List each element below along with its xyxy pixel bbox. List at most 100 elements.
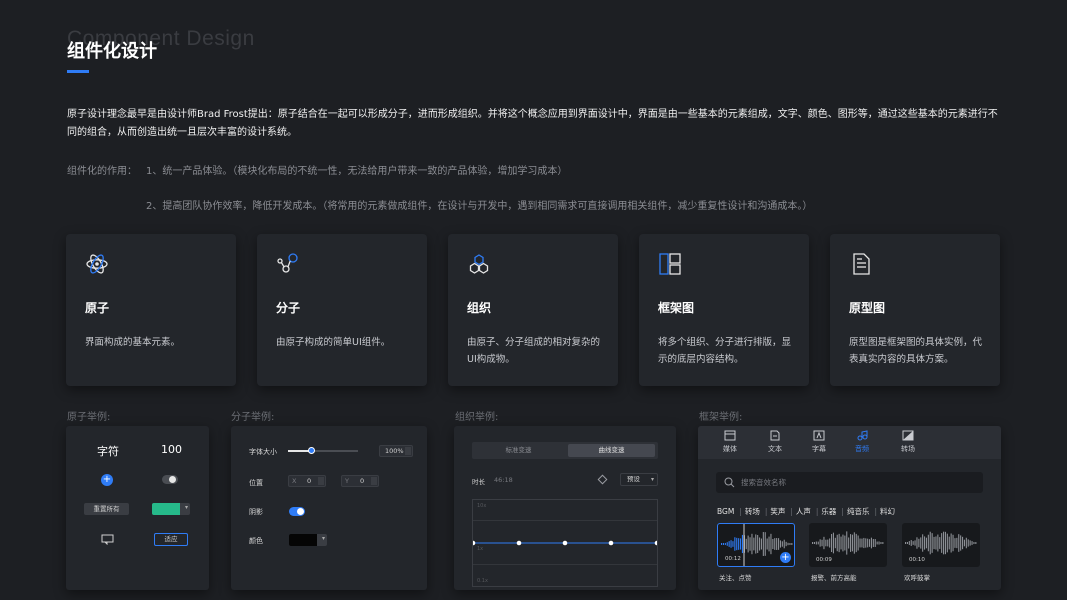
- title-underline: [67, 70, 89, 73]
- speed-curve: [473, 540, 657, 546]
- clip-duration: 00:09: [816, 557, 832, 563]
- curve-control-point[interactable]: [562, 540, 568, 546]
- keyframe-icon[interactable]: [597, 474, 608, 485]
- x-input[interactable]: X 0: [288, 475, 326, 487]
- sound-clip-card[interactable]: 00:12 +: [717, 523, 795, 567]
- card-desc: 由原子、分子组成的相对复杂的UI构成物。: [467, 337, 601, 365]
- text-icon: [770, 430, 780, 441]
- card-desc: 界面构成的基本元素。: [85, 337, 181, 348]
- divider: |: [815, 507, 819, 516]
- duration-label: 时长: [472, 478, 485, 486]
- category-item[interactable]: 料幻: [880, 507, 895, 516]
- category-item[interactable]: 纯音乐: [847, 507, 870, 516]
- tab-label: 媒体: [723, 445, 737, 453]
- add-button[interactable]: +: [101, 474, 113, 486]
- search-placeholder: 搜索音效名称: [741, 478, 786, 487]
- number-sample: 100: [161, 443, 182, 456]
- category-item[interactable]: 乐器: [821, 507, 836, 516]
- text-sample: 字符: [97, 445, 119, 458]
- curve-control-point[interactable]: [608, 540, 614, 546]
- y-prefix: Y: [345, 477, 349, 485]
- card-molecule: 分子 由原子构成的简单UI组件。: [257, 234, 427, 386]
- divider: |: [874, 507, 877, 516]
- color-swatch: [152, 503, 180, 515]
- category-list: BGM | 转场 | 笑声 | 人声 | 乐器 | 纯音乐 | 料幻: [717, 506, 897, 517]
- role-item-2: 2、提高团队协作效率，降低开发成本。（将常用的元素做成组件，在设计与开发中，遇到…: [146, 201, 813, 212]
- audio-icon: [857, 430, 868, 441]
- media-tab-bar: 媒体 文本 字幕 音频 转场: [698, 426, 1001, 459]
- color-swatch: [289, 534, 317, 546]
- wireframe-icon: [659, 253, 681, 275]
- category-item[interactable]: BGM: [717, 507, 734, 516]
- toggle-switch-off[interactable]: [162, 475, 178, 484]
- card-wireframe: 框架图 将多个组织、分子进行排版，显示的底层内容结构。: [639, 234, 809, 386]
- color-picker[interactable]: ▾: [289, 534, 327, 546]
- curve-control-point[interactable]: [654, 540, 657, 546]
- card-desc: 将多个组织、分子进行排版，显示的底层内容结构。: [658, 337, 792, 365]
- x-prefix: X: [292, 477, 297, 485]
- font-size-input[interactable]: 100%: [379, 445, 413, 457]
- tab-label: 转场: [901, 445, 915, 453]
- position-label: 位置: [249, 479, 263, 487]
- curve-control-point[interactable]: [516, 540, 522, 546]
- stepper-icon[interactable]: [318, 477, 324, 485]
- atom-example-label: 原子举例:: [67, 412, 111, 423]
- color-picker[interactable]: ▾: [152, 503, 190, 515]
- color-label: 颜色: [249, 537, 263, 545]
- category-item[interactable]: 转场: [745, 507, 760, 516]
- tab-label: 音频: [855, 445, 869, 453]
- clip-name: 关注、点赞: [719, 574, 752, 582]
- category-item[interactable]: 人声: [796, 507, 811, 516]
- x-value: 0: [307, 477, 312, 485]
- card-prototype: 原型图 原型图是框架图的具体实例，代表真实内容的具体方案。: [830, 234, 1000, 386]
- font-size-label: 字体大小: [249, 448, 277, 456]
- caption-icon: [813, 430, 825, 441]
- tab-label: 文本: [768, 445, 782, 453]
- card-title: 组织: [467, 301, 492, 315]
- tab-audio[interactable]: 音频: [847, 430, 877, 454]
- card-desc: 由原子构成的简单UI组件。: [276, 337, 391, 348]
- shadow-toggle[interactable]: [289, 507, 305, 516]
- stepper-icon[interactable]: [405, 447, 411, 455]
- add-clip-button[interactable]: +: [780, 552, 791, 563]
- organism-example-label: 组织举例:: [455, 412, 499, 423]
- clip-name: 欢呼鼓掌: [904, 574, 930, 582]
- preset-label: 预设: [627, 475, 640, 483]
- card-title: 框架图: [658, 301, 695, 315]
- tab-caption[interactable]: 字幕: [804, 430, 834, 454]
- card-title: 原型图: [849, 301, 886, 315]
- speed-curve-editor[interactable]: 10x 1x 0.1x: [472, 499, 658, 587]
- card-title: 原子: [85, 301, 110, 315]
- card-title: 分子: [276, 301, 301, 315]
- y-value: 0: [360, 477, 365, 485]
- molecule-example-panel: 字体大小 100% 位置 X 0 Y 0 阴影 颜色 ▾: [231, 426, 427, 590]
- chevron-down-icon: ▾: [321, 535, 325, 542]
- preset-dropdown[interactable]: 预设 ▾: [620, 473, 658, 486]
- apply-button[interactable]: 适应: [154, 533, 188, 546]
- slider-handle[interactable]: [308, 447, 316, 454]
- card-desc: 原型图是框架图的具体实例，代表真实内容的具体方案。: [849, 337, 983, 365]
- font-size-slider[interactable]: [288, 447, 358, 454]
- sound-clip-card[interactable]: 00:10: [902, 523, 980, 567]
- sound-clip-card[interactable]: 00:09: [809, 523, 887, 567]
- tab-curve-speed[interactable]: 曲线变速: [568, 444, 655, 457]
- reset-all-button[interactable]: 重置所有: [84, 503, 129, 515]
- curve-control-point[interactable]: [473, 540, 476, 546]
- tab-transition[interactable]: 转场: [893, 430, 923, 454]
- tab-text[interactable]: 文本: [760, 430, 790, 454]
- y-input[interactable]: Y 0: [341, 475, 379, 487]
- tab-standard-speed[interactable]: 标准变速: [472, 442, 565, 459]
- transition-icon: [902, 430, 914, 441]
- message-icon[interactable]: [101, 534, 114, 545]
- media-icon: [724, 430, 736, 441]
- category-item[interactable]: 笑声: [770, 507, 785, 516]
- divider: |: [790, 507, 793, 516]
- sound-search-input[interactable]: 搜索音效名称: [716, 472, 983, 493]
- card-atom: 原子 界面构成的基本元素。: [66, 234, 236, 386]
- template-example-panel: 媒体 文本 字幕 音频 转场 搜索音效名称 BGM | 转场 | 笑声 | 人声 | 乐器 | 纯音…: [698, 426, 1001, 590]
- tab-media[interactable]: 媒体: [715, 430, 745, 454]
- stepper-icon[interactable]: [371, 477, 377, 485]
- card-organism: 组织 由原子、分子组成的相对复杂的UI构成物。: [448, 234, 618, 386]
- search-icon: [724, 477, 735, 488]
- speed-mode-segmented-control: 标准变速 曲线变速: [472, 442, 658, 459]
